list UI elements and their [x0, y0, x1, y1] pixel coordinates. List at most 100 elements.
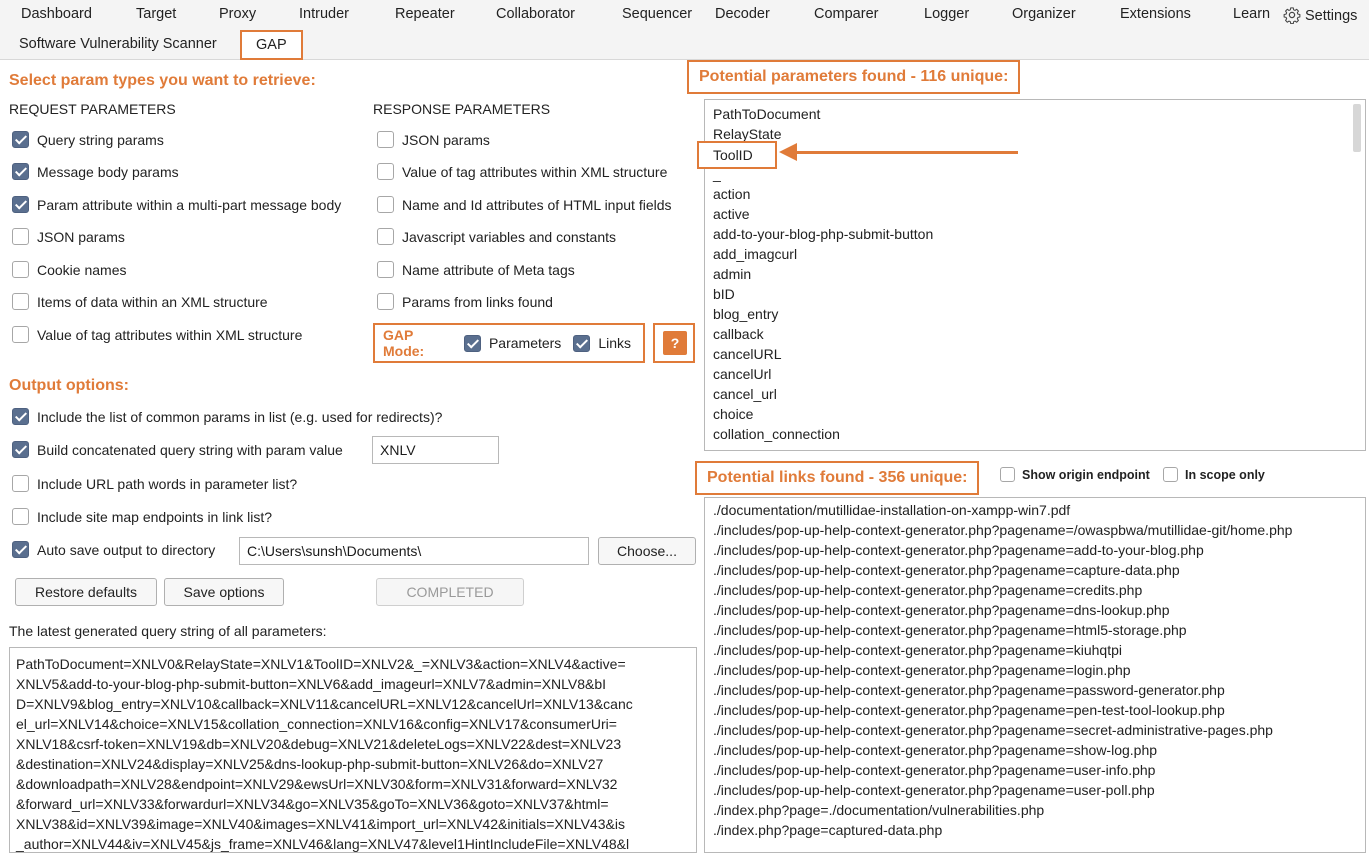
tab-intruder[interactable]: Intruder [299, 6, 349, 22]
param-value-input[interactable]: XNLV [372, 436, 499, 464]
response-param-meta-tags[interactable]: Name attribute of Meta tags [377, 261, 575, 278]
list-item[interactable]: cancel_url [713, 386, 777, 402]
tab-proxy[interactable]: Proxy [219, 6, 256, 22]
show-origin-endpoint-option[interactable]: Show origin endpoint [1000, 467, 1150, 482]
response-param-json[interactable]: JSON params [377, 131, 490, 148]
list-item[interactable]: admin [713, 266, 751, 282]
output-common-params[interactable]: Include the list of common params in lis… [12, 408, 442, 425]
in-scope-only-option[interactable]: In scope only [1163, 467, 1265, 482]
checkbox[interactable] [12, 261, 29, 278]
checkbox[interactable] [1000, 467, 1015, 482]
links-list[interactable]: ./documentation/mutillidae-installation-… [704, 497, 1366, 853]
list-item[interactable]: active [713, 206, 750, 222]
list-item[interactable]: ./includes/pop-up-help-context-generator… [713, 602, 1170, 618]
list-item[interactable]: ./includes/pop-up-help-context-generator… [713, 782, 1155, 798]
request-param-json[interactable]: JSON params [12, 228, 125, 245]
list-item[interactable]: ./includes/pop-up-help-context-generator… [713, 702, 1225, 718]
tab-comparer[interactable]: Comparer [814, 6, 878, 22]
list-item[interactable]: ./index.php?page=captured-data.php [713, 822, 942, 838]
tab-target[interactable]: Target [136, 6, 176, 22]
tab-dashboard[interactable]: Dashboard [21, 6, 92, 22]
tab-extensions[interactable]: Extensions [1120, 6, 1191, 22]
response-param-js-variables[interactable]: Javascript variables and constants [377, 228, 616, 245]
gap-mode-links[interactable]: Links [573, 334, 631, 352]
tab-logger[interactable]: Logger [924, 6, 969, 22]
checkbox[interactable] [12, 508, 29, 525]
output-site-map-endpoints[interactable]: Include site map endpoints in link list? [12, 508, 272, 525]
checkbox[interactable] [377, 131, 394, 148]
save-options-button[interactable]: Save options [164, 578, 284, 606]
list-item[interactable]: blog_entry [713, 306, 778, 322]
query-string-output[interactable]: PathToDocument=XNLV0&RelayState=XNLV1&To… [9, 647, 697, 853]
checkbox[interactable] [12, 326, 29, 343]
list-item[interactable]: ./includes/pop-up-help-context-generator… [713, 642, 1122, 658]
output-concatenated-query[interactable]: Build concatenated query string with par… [12, 441, 343, 458]
checkbox[interactable] [12, 293, 29, 310]
checkbox[interactable] [12, 131, 29, 148]
list-item[interactable]: callback [713, 326, 764, 342]
request-param-query-string[interactable]: Query string params [12, 131, 164, 148]
tab-software-vulnerability-scanner[interactable]: Software Vulnerability Scanner [19, 36, 217, 52]
checkbox[interactable] [12, 196, 29, 213]
params-scrollbar[interactable] [1353, 104, 1361, 152]
request-param-xml-items[interactable]: Items of data within an XML structure [12, 293, 268, 310]
list-item[interactable]: bID [713, 286, 735, 302]
checkbox[interactable] [377, 196, 394, 213]
tab-repeater[interactable]: Repeater [395, 6, 455, 22]
list-item[interactable]: ./documentation/mutillidae-installation-… [713, 502, 1070, 518]
output-auto-save[interactable]: Auto save output to directory [12, 541, 215, 558]
list-item[interactable]: add_imagcurl [713, 246, 797, 262]
request-param-xml-tag-attributes[interactable]: Value of tag attributes within XML struc… [12, 326, 302, 343]
checkbox[interactable] [12, 541, 29, 558]
checkbox[interactable] [12, 228, 29, 245]
tab-organizer[interactable]: Organizer [1012, 6, 1076, 22]
settings-button[interactable]: Settings [1283, 6, 1357, 24]
list-item[interactable]: choice [713, 406, 753, 422]
list-item[interactable]: ./includes/pop-up-help-context-generator… [713, 562, 1180, 578]
response-param-html-input-fields[interactable]: Name and Id attributes of HTML input fie… [377, 196, 672, 213]
checkbox[interactable] [12, 408, 29, 425]
checkbox[interactable] [377, 163, 394, 180]
tab-learn[interactable]: Learn [1233, 6, 1270, 22]
list-item[interactable]: RelayState [713, 126, 781, 142]
list-item[interactable]: PathToDocument [713, 106, 820, 122]
help-button[interactable]: ? [663, 331, 687, 355]
checkbox[interactable] [377, 228, 394, 245]
tab-gap[interactable]: GAP [240, 30, 303, 60]
list-item[interactable]: add-to-your-blog-php-submit-button [713, 226, 933, 242]
gap-mode-parameters[interactable]: Parameters [463, 334, 561, 352]
choose-directory-button[interactable]: Choose... [598, 537, 696, 565]
tab-collaborator[interactable]: Collaborator [496, 6, 575, 22]
list-item[interactable]: ./includes/pop-up-help-context-generator… [713, 542, 1204, 558]
list-item[interactable]: ./includes/pop-up-help-context-generator… [713, 762, 1155, 778]
list-item[interactable]: ./includes/pop-up-help-context-generator… [713, 662, 1131, 678]
list-item[interactable]: ./includes/pop-up-help-context-generator… [713, 622, 1187, 638]
checkbox[interactable] [12, 441, 29, 458]
list-item[interactable]: ./includes/pop-up-help-context-generator… [713, 522, 1292, 538]
tab-decoder[interactable]: Decoder [715, 6, 770, 22]
list-item[interactable]: cancelURL [713, 346, 781, 362]
highlighted-param-toolid[interactable]: ToolID [697, 141, 777, 169]
save-directory-input[interactable]: C:\Users\sunsh\Documents\ [239, 537, 589, 565]
list-item[interactable]: ./index.php?page=./documentation/vulnera… [713, 802, 1044, 818]
request-param-multipart[interactable]: Param attribute within a multi-part mess… [12, 196, 341, 213]
restore-defaults-button[interactable]: Restore defaults [15, 578, 157, 606]
checkbox[interactable] [12, 475, 29, 492]
checkbox[interactable] [377, 293, 394, 310]
checkbox[interactable] [463, 334, 481, 352]
list-item[interactable]: ./includes/pop-up-help-context-generator… [713, 742, 1157, 758]
checkbox[interactable] [377, 261, 394, 278]
output-url-path-words[interactable]: Include URL path words in parameter list… [12, 475, 297, 492]
response-param-xml-tag-attributes[interactable]: Value of tag attributes within XML struc… [377, 163, 667, 180]
list-item[interactable]: action [713, 186, 750, 202]
checkbox[interactable] [1163, 467, 1178, 482]
checkbox[interactable] [12, 163, 29, 180]
request-param-cookie-names[interactable]: Cookie names [12, 261, 127, 278]
list-item[interactable]: ./includes/pop-up-help-context-generator… [713, 682, 1225, 698]
tab-sequencer[interactable]: Sequencer [622, 6, 692, 22]
checkbox[interactable] [573, 334, 591, 352]
list-item[interactable]: cancelUrl [713, 366, 771, 382]
request-param-message-body[interactable]: Message body params [12, 163, 179, 180]
list-item[interactable]: collation_connection [713, 426, 840, 442]
list-item[interactable]: ./includes/pop-up-help-context-generator… [713, 582, 1142, 598]
